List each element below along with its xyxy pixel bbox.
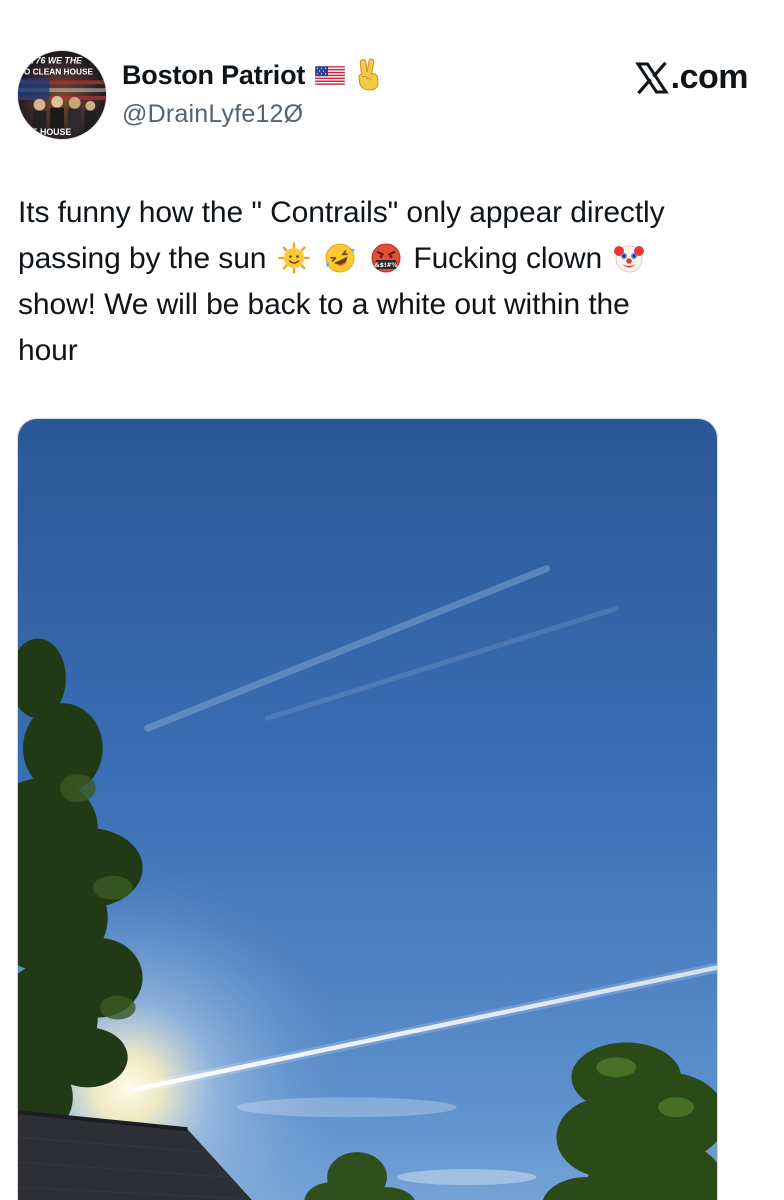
avatar-text-top: 1776 WE THE xyxy=(26,56,83,66)
post-line-1: Its funny how the " Contrails" only appe… xyxy=(18,196,665,229)
site-domain: .com xyxy=(670,58,749,96)
post-text: Its funny how the " Contrails" only appe… xyxy=(18,190,778,374)
clown-face-icon xyxy=(613,242,645,274)
post-line-2: passing by the sun &$!#% Fucking clown xyxy=(18,236,778,282)
avatar-text-bottom: THE HOUSE xyxy=(20,127,71,137)
sky-photo xyxy=(18,419,717,1200)
display-name[interactable]: Boston Patriot xyxy=(122,60,305,91)
post-line-2-text-after: Fucking clown xyxy=(405,242,603,275)
us-flag-icon xyxy=(315,66,346,85)
post-line-4: hour xyxy=(18,334,78,367)
avatar-image: 1776 WE THE TO CLEAN HOUSE THE HOUSE xyxy=(18,51,106,139)
rofl-icon xyxy=(324,242,356,274)
post-media-photo[interactable] xyxy=(17,418,718,1200)
post-line-3: show! We will be back to a white out wit… xyxy=(18,288,630,321)
site-label: .com xyxy=(634,58,749,97)
cursing-face-icon: &$!#% xyxy=(370,242,402,274)
sun-face-icon xyxy=(277,242,310,274)
svg-text:&$!#%: &$!#% xyxy=(375,262,398,269)
avatar[interactable]: 1776 WE THE TO CLEAN HOUSE THE HOUSE xyxy=(17,50,107,140)
tweet-screenshot: 1776 WE THE TO CLEAN HOUSE THE HOUSE Bos… xyxy=(0,0,784,1200)
avatar-text-second: TO CLEAN HOUSE xyxy=(19,66,94,76)
x-logo-icon xyxy=(634,61,669,95)
author-handle[interactable]: @DrainLyfe12Ø xyxy=(122,100,303,129)
victory-hand-icon xyxy=(353,57,383,91)
author-name-row[interactable]: Boston Patriot xyxy=(122,57,383,91)
post-line-2-text: passing by the sun xyxy=(18,242,267,275)
